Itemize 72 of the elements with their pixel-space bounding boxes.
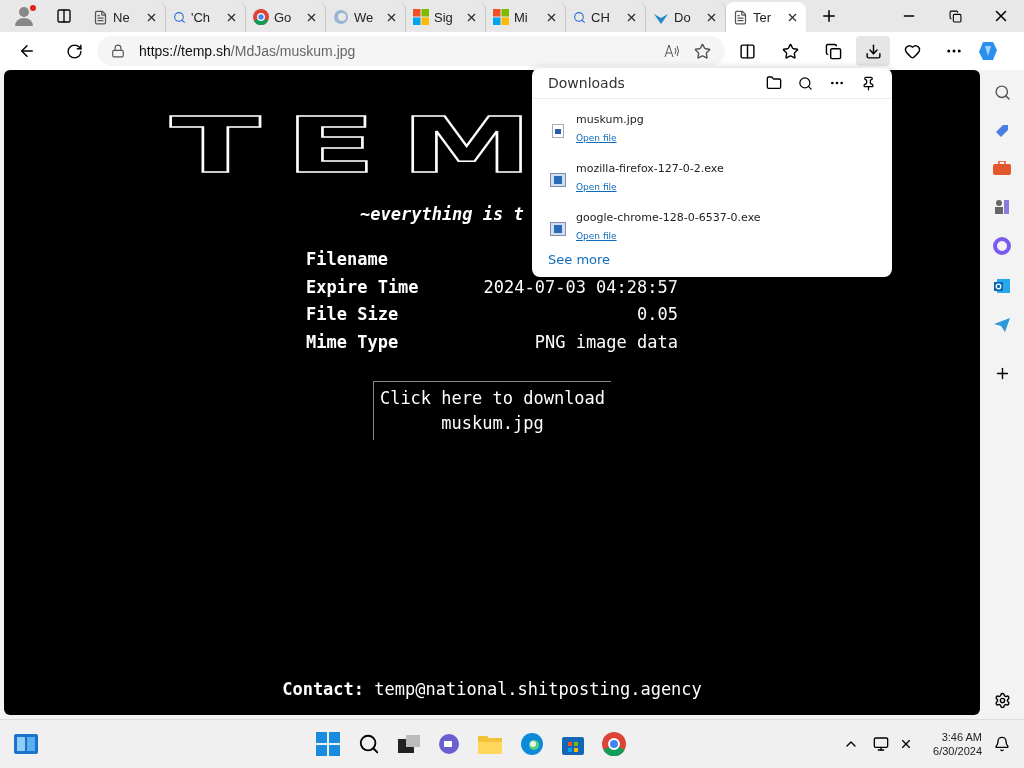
search-icon — [173, 10, 186, 24]
search-icon[interactable] — [993, 84, 1011, 101]
see-more-link[interactable]: See more — [532, 246, 892, 267]
info-value: PNG image data — [533, 331, 678, 352]
settings-icon[interactable] — [993, 692, 1011, 709]
widgets-icon[interactable] — [14, 734, 38, 754]
new-tab-icon[interactable] — [820, 7, 838, 25]
url-text: https://temp.sh/MdJas/muskum.jpg — [139, 43, 357, 59]
tab-title: Go — [274, 9, 293, 25]
search-icon — [573, 10, 586, 24]
tab-title: Do — [674, 9, 692, 25]
circle-logo-icon[interactable] — [601, 732, 626, 756]
tagline: ~everything is t — [360, 204, 524, 224]
tab-title: We — [354, 9, 375, 25]
file-name: muskum.jpg — [576, 113, 644, 126]
heart-icon[interactable] — [904, 42, 921, 60]
search-icon[interactable] — [798, 75, 813, 91]
open-file-link[interactable]: Open file — [576, 133, 617, 143]
contact-text: Contact: temp@national.shitposting.agency — [282, 679, 702, 699]
chess-pieces-icon[interactable] — [993, 197, 1011, 215]
circle-logo-icon — [253, 9, 269, 25]
read-aloud-icon[interactable] — [664, 44, 680, 58]
ring-logo-icon[interactable] — [993, 237, 1011, 255]
tab-title: CH — [591, 9, 611, 25]
tab-title: Mi — [514, 9, 529, 25]
file-name: google-chrome-128-0-6537-0.exe — [576, 211, 761, 224]
info-label: Filename — [306, 249, 389, 269]
tab-title: Ter — [753, 9, 773, 25]
split-screen-icon[interactable] — [739, 42, 756, 60]
logo: TEM — [170, 106, 558, 186]
toolbox-icon[interactable] — [993, 161, 1011, 175]
download-icon[interactable] — [856, 36, 890, 66]
start-icon[interactable] — [315, 732, 340, 756]
panel-title: Downloads — [548, 75, 626, 91]
four-squares-icon — [413, 9, 429, 25]
address-bar[interactable]: https://temp.sh/MdJas/muskum.jpg — [97, 36, 725, 66]
file-name: mozilla-firefox-127-0-2.exe — [576, 162, 724, 175]
open-file-link[interactable]: Open file — [576, 182, 617, 192]
pin-icon[interactable] — [861, 75, 876, 91]
info-label: File Size — [306, 304, 400, 324]
info-value: 2024-07-03 04:28:57 — [482, 276, 678, 297]
page-icon — [93, 9, 108, 25]
open-file-link[interactable]: Open file — [576, 231, 617, 241]
image-file-icon — [552, 123, 564, 138]
program-file-icon — [550, 221, 566, 236]
program-file-icon — [550, 172, 566, 187]
info-label: Mime Type — [306, 331, 400, 352]
back-icon[interactable] — [18, 42, 36, 60]
tag-icon[interactable] — [994, 123, 1010, 139]
star-icon[interactable] — [694, 42, 711, 60]
mail-icon[interactable] — [993, 277, 1011, 295]
four-squares-icon — [493, 9, 509, 25]
page-icon — [733, 9, 748, 25]
favorites-icon[interactable] — [782, 42, 799, 60]
folder-icon[interactable] — [766, 75, 782, 91]
lock-icon — [111, 44, 125, 58]
paper-plane-icon[interactable] — [993, 317, 1011, 333]
clock[interactable]: 3:46 AM 6/30/2024 — [933, 731, 982, 757]
refresh-icon[interactable] — [66, 42, 83, 60]
tab-title: 'Ch — [191, 9, 212, 25]
tab-title: Sig — [434, 9, 454, 25]
chat-icon[interactable] — [437, 732, 460, 756]
task-view-icon[interactable] — [397, 732, 420, 756]
collections-icon[interactable] — [825, 42, 842, 60]
tab-title: Ne — [113, 9, 131, 25]
download-link[interactable]: Click here to download muskum.jpg — [372, 380, 612, 440]
bell-icon[interactable] — [994, 736, 1010, 752]
search-icon[interactable] — [357, 732, 380, 756]
info-value: 0.05 — [636, 304, 678, 324]
monitor-icon[interactable] — [873, 736, 890, 752]
browser-tab[interactable]: Ter — [726, 2, 806, 32]
info-label: Expire Time — [306, 276, 419, 297]
